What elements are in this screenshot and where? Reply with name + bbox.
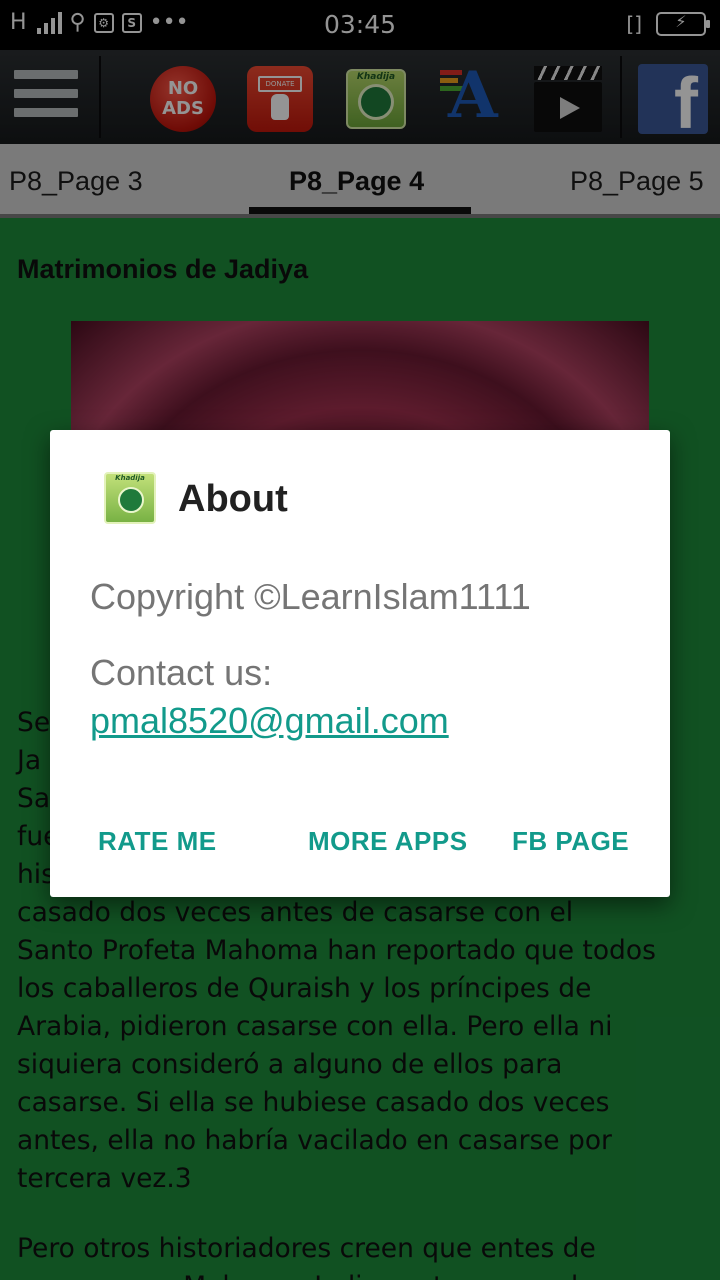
rate-me-button[interactable]: RATE ME xyxy=(98,826,217,857)
app-icon-label: Khadija xyxy=(115,474,145,482)
contact-label: Contact us: xyxy=(90,652,273,693)
dialog-title: About xyxy=(178,478,288,520)
email-link[interactable]: pmal8520@gmail.com xyxy=(90,700,449,742)
more-apps-button[interactable]: MORE APPS xyxy=(308,826,468,857)
copyright-text: Copyright ©LearnIslam1111 xyxy=(90,576,531,617)
fb-page-button[interactable]: FB PAGE xyxy=(512,826,629,857)
about-dialog: Khadija About Copyright ©LearnIslam1111 … xyxy=(50,430,670,897)
app-icon: Khadija xyxy=(104,472,156,524)
calligraphy-seal-icon xyxy=(118,487,144,513)
